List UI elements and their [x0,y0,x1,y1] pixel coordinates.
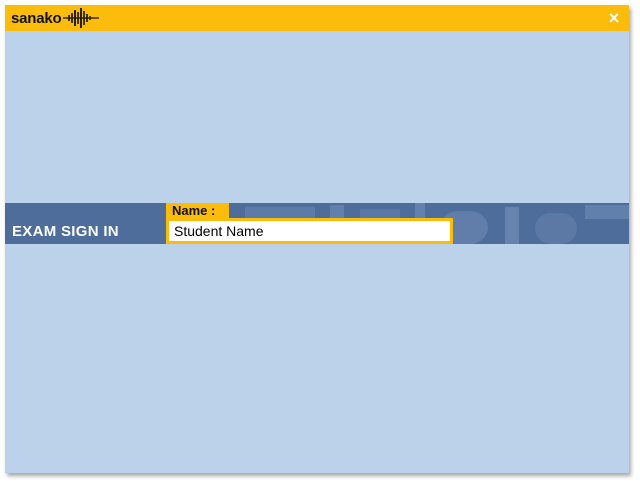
logo-text: sanako [11,9,62,27]
soundwave-icon [62,8,99,28]
close-icon: × [608,8,620,28]
name-input[interactable] [166,218,453,244]
exam-signin-heading: EXAM SIGN IN [12,223,119,240]
app-window: sanako × EXAM SIGN IN Name: Student Nam… [5,5,629,473]
sanako-logo: sanako [11,8,99,28]
name-label: Name : [166,203,229,219]
title-bar: sanako × [5,5,629,31]
close-button[interactable]: × [605,8,623,28]
